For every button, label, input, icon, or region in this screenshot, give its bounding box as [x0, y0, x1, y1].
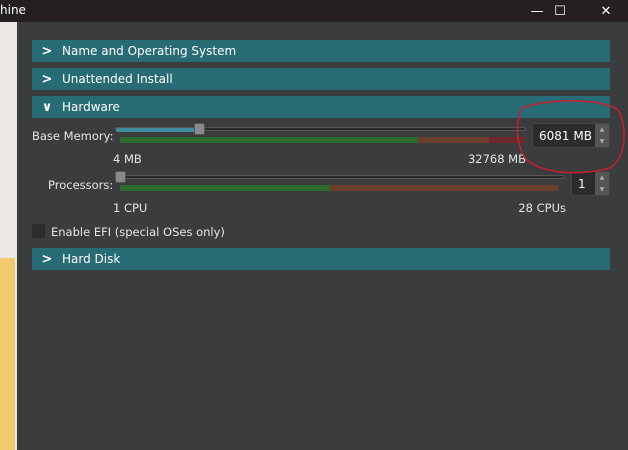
processors-max-label: 28 CPUs: [518, 201, 566, 215]
processors-label: Processors:: [48, 178, 114, 192]
processors-min-label: 1 CPU: [113, 201, 148, 215]
efi-label: Enable EFI (special OSes only): [51, 225, 225, 239]
red-annotation-circle: [516, 99, 625, 174]
section-name-os[interactable]: > Name and Operating System: [32, 40, 610, 62]
chevron-right-icon: >: [41, 43, 53, 59]
memory-slider[interactable]: [115, 127, 526, 132]
processors-slider-thumb[interactable]: [115, 171, 126, 183]
base-memory-label: Base Memory:: [32, 129, 114, 143]
efi-checkbox[interactable]: [32, 224, 45, 238]
section-label: Hardware: [62, 100, 120, 114]
memory-slider-fill: [116, 128, 196, 132]
processors-value: 1: [578, 176, 586, 191]
section-label: Hard Disk: [62, 252, 121, 266]
background-window-accent: [0, 258, 15, 450]
processors-slider[interactable]: [115, 175, 565, 179]
maximize-button[interactable]: ☐: [537, 0, 583, 22]
close-button[interactable]: ✕: [583, 0, 628, 22]
section-hard-disk[interactable]: > Hard Disk: [32, 248, 610, 270]
window-title: hine: [0, 3, 26, 17]
chevron-right-icon: >: [41, 251, 53, 267]
chevron-down-icon: ∨: [41, 99, 53, 115]
memory-range-bar: [120, 137, 525, 143]
processors-range-bar: [120, 185, 558, 191]
section-label: Unattended Install: [62, 72, 173, 86]
memory-min-label: 4 MB: [113, 152, 142, 166]
section-unattended[interactable]: > Unattended Install: [32, 68, 610, 90]
memory-slider-thumb[interactable]: [194, 123, 206, 135]
chevron-right-icon: >: [41, 71, 53, 87]
section-label: Name and Operating System: [62, 44, 237, 58]
